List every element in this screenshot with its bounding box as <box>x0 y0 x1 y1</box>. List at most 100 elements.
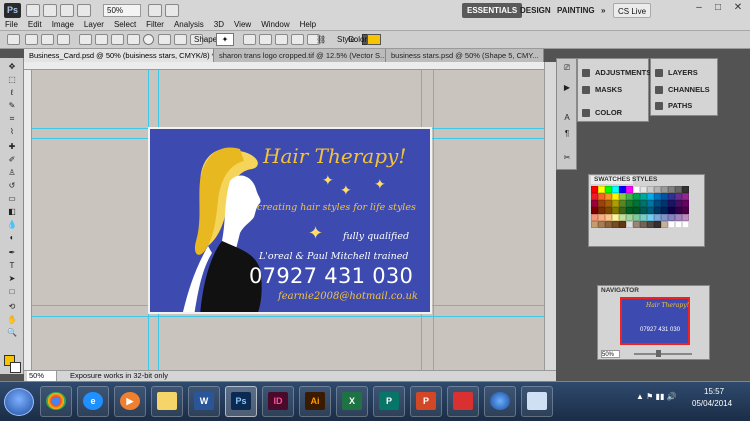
color-swatch[interactable] <box>668 186 675 193</box>
color-swatch[interactable] <box>605 186 612 193</box>
workspace-design[interactable]: DESIGN <box>515 3 556 18</box>
color-swatch[interactable] <box>654 207 661 214</box>
paragraph-panel-icon[interactable]: ¶ <box>561 129 573 139</box>
status-message[interactable]: Exposure works in 32-bit only <box>70 371 168 381</box>
color-swatch[interactable] <box>640 186 647 193</box>
menu-image[interactable]: Image <box>47 19 79 31</box>
color-swatch[interactable] <box>661 186 668 193</box>
dodge-tool-icon[interactable]: ◐ <box>6 233 18 243</box>
zoom-tool-icon[interactable]: 🔍 <box>6 328 18 338</box>
minimize-button[interactable]: – <box>690 2 708 16</box>
taskbar-powerpoint-button[interactable]: P <box>410 386 442 417</box>
vertical-scrollbar[interactable] <box>544 62 556 370</box>
color-swatch[interactable] <box>661 214 668 221</box>
subtract-shape-icon[interactable] <box>275 34 288 45</box>
horizontal-ruler[interactable] <box>24 62 544 70</box>
color-swatch[interactable] <box>633 207 640 214</box>
paths-icon[interactable] <box>41 34 54 45</box>
brush-tool-icon[interactable]: ✐ <box>6 155 18 165</box>
menu-layer[interactable]: Layer <box>79 19 109 31</box>
taskbar-ie-button[interactable]: e <box>77 386 109 417</box>
intersect-shape-icon[interactable] <box>291 34 304 45</box>
clock-time[interactable]: 15:57 <box>704 387 724 396</box>
clock-date[interactable]: 05/04/2014 <box>692 399 732 408</box>
taskbar-illustrator-button[interactable]: Ai <box>299 386 331 417</box>
line-icon[interactable] <box>174 34 187 45</box>
blur-tool-icon[interactable]: 💧 <box>6 220 18 230</box>
color-swatch[interactable] <box>675 214 682 221</box>
menu-view[interactable]: View <box>229 19 256 31</box>
color-swatch[interactable] <box>598 221 605 228</box>
color-swatch[interactable] <box>682 200 689 207</box>
color-swatch[interactable] <box>619 221 626 228</box>
3d-rotate-tool-icon[interactable]: ⟲ <box>6 302 18 312</box>
color-swatch[interactable] <box>619 186 626 193</box>
color-swatch[interactable] <box>626 207 633 214</box>
color-swatch[interactable] <box>647 186 654 193</box>
lasso-tool-icon[interactable]: ℓ <box>6 88 18 98</box>
tool-preset-icon[interactable] <box>7 34 20 45</box>
color-swatch[interactable] <box>591 214 598 221</box>
history-panel-icon[interactable]: ⎚ <box>561 63 573 73</box>
shape-picker[interactable]: ✦ <box>216 33 234 46</box>
masks-panel-button[interactable]: MASKS <box>582 85 622 94</box>
color-swatch[interactable] <box>591 200 598 207</box>
color-swatch[interactable] <box>661 193 668 200</box>
color-swatch[interactable] <box>626 214 633 221</box>
color-swatch[interactable] <box>640 200 647 207</box>
color-swatch[interactable] <box>675 193 682 200</box>
clone-stamp-tool-icon[interactable]: ♙ <box>6 168 18 178</box>
color-swatch[interactable] <box>654 221 661 228</box>
swatch-grid[interactable] <box>591 186 689 228</box>
tab-sharon-logo[interactable]: sharon trans logo cropped.tif @ 12.5% (V… <box>214 49 386 62</box>
menu-window[interactable]: Window <box>256 19 294 31</box>
color-swatch[interactable] <box>668 207 675 214</box>
color-swatch[interactable] <box>640 193 647 200</box>
color-swatch[interactable] <box>654 193 661 200</box>
navigator-thumbnail[interactable]: Hair Therapy! 07927 431 030 <box>620 297 690 345</box>
new-layer-mode-icon[interactable] <box>243 34 256 45</box>
marquee-tool-icon[interactable]: ⬚ <box>6 75 18 85</box>
color-swatch[interactable] <box>633 193 640 200</box>
layers-panel-button[interactable]: LAYERS <box>655 68 698 77</box>
guide-vertical[interactable] <box>433 70 434 370</box>
color-swatch[interactable] <box>682 207 689 214</box>
status-zoom[interactable]: 50% <box>27 371 57 381</box>
taskbar-window-button[interactable] <box>521 386 553 417</box>
hand-icon[interactable] <box>60 4 74 17</box>
menu-3d[interactable]: 3D <box>209 19 229 31</box>
adjustments-panel-button[interactable]: ADJUSTMENTS <box>582 68 651 77</box>
taskbar-snagit-button[interactable] <box>447 386 479 417</box>
taskbar-chrome-button[interactable] <box>40 386 72 417</box>
taskbar-indesign-button[interactable]: ID <box>262 386 294 417</box>
color-swatch[interactable] <box>647 193 654 200</box>
color-swatch[interactable] <box>675 186 682 193</box>
healing-brush-tool-icon[interactable]: ✚ <box>6 142 18 152</box>
add-shape-icon[interactable] <box>259 34 272 45</box>
navigator-zoom-field[interactable]: 50% <box>601 350 620 358</box>
actions-panel-icon[interactable]: ▶ <box>561 83 573 93</box>
menu-help[interactable]: Help <box>295 19 321 31</box>
color-swatch[interactable] <box>598 207 605 214</box>
color-swatch[interactable] <box>619 200 626 207</box>
color-swatch[interactable] <box>647 221 654 228</box>
taskbar-word-button[interactable]: W <box>188 386 220 417</box>
zoom-level-select[interactable]: 50% <box>103 4 141 17</box>
color-swatch[interactable] <box>654 200 661 207</box>
color-swatch[interactable] <box>605 214 612 221</box>
color-swatch[interactable] <box>598 214 605 221</box>
history-brush-tool-icon[interactable]: ↺ <box>6 181 18 191</box>
color-swatch[interactable] <box>661 200 668 207</box>
mini-bridge-icon[interactable] <box>43 4 57 17</box>
color-swatch[interactable] <box>682 221 689 228</box>
color-swatch[interactable] <box>591 221 598 228</box>
workspace-painting[interactable]: PAINTING <box>552 3 600 18</box>
color-swatch[interactable] <box>626 186 633 193</box>
color-swatch[interactable] <box>633 214 640 221</box>
taskbar-excel-button[interactable]: X <box>336 386 368 417</box>
rounded-rectangle-icon[interactable] <box>127 34 140 45</box>
system-tray-icons[interactable]: ▲ ⚑ ▮▮ 🔊 <box>636 392 677 401</box>
color-swatch[interactable] <box>612 221 619 228</box>
type-tool-icon[interactable]: T <box>6 261 18 271</box>
eraser-tool-icon[interactable]: ▭ <box>6 194 18 204</box>
